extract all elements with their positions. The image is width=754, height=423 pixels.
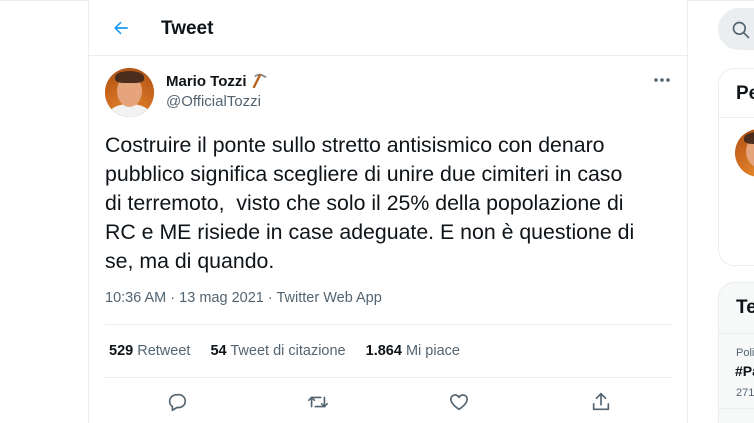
share-icon [592,392,610,411]
tweet-meta: 10:36 AM · 13 mag 2021 · Twitter Web App [105,290,382,306]
meta-separator: · [267,290,273,306]
trend-count: 271 [736,387,754,399]
sidebar-trends-panel: Te Poli #Pa 271 [718,282,754,423]
quotes-stat[interactable]: 54 Tweet di citazione [210,343,345,359]
meta-separator: · [170,290,176,306]
share-button[interactable] [585,386,617,418]
tweet-date[interactable]: 13 mag 2021 [179,290,264,306]
more-horizontal-icon [654,78,670,82]
likes-count: 1.864 [365,343,402,359]
arrow-left-icon [114,21,128,35]
trend-tag[interactable]: #Pa [735,363,754,379]
author-name-text[interactable]: Mario Tozzi [166,73,247,90]
back-button[interactable] [107,14,135,42]
author-handle[interactable]: @OfficialTozzi [166,93,261,110]
avatar[interactable] [105,68,154,117]
panel-title: Te [736,297,754,318]
search-icon [732,21,750,39]
sidebar-people-panel: Pe [718,68,754,266]
author-name[interactable]: Mario Tozzi [166,72,269,90]
retweets-count: 529 [109,343,134,359]
tweet-source[interactable]: Twitter Web App [276,290,381,306]
divider [719,117,754,118]
pick-icon [252,73,267,88]
quotes-count: 54 [210,343,227,359]
retweet-button[interactable] [302,386,334,418]
retweets-stat[interactable]: 529 Retweet [109,343,190,359]
divider [105,324,672,325]
tweet-stats: 529 Retweet 54 Tweet di citazione 1.864 … [109,343,480,359]
divider [105,377,672,378]
retweets-label: Retweet [137,343,191,359]
retweet-icon [308,396,328,408]
page-title: Tweet [161,18,214,39]
search-input[interactable] [718,8,754,50]
reply-button[interactable] [161,386,193,418]
tweet-actions [89,386,687,418]
like-button[interactable] [443,386,475,418]
more-options-button[interactable] [649,70,675,90]
divider [719,333,754,334]
panel-title: Pe [736,83,754,104]
likes-label: Mi piace [405,343,460,359]
reply-icon [168,393,187,412]
divider [719,408,754,409]
avatar[interactable] [735,129,754,177]
trend-category: Poli [736,347,754,359]
main-column: Tweet Mario Tozzi @OfficialTozzi Costrui… [88,0,688,423]
tweet-text: Costruire il ponte sullo stretto antisis… [105,133,635,273]
tweet-time[interactable]: 10:36 AM [105,290,166,306]
likes-stat[interactable]: 1.864 Mi piace [366,343,460,359]
heart-icon [449,394,469,411]
quotes-label: Tweet di citazione [230,343,346,359]
page-header: Tweet [89,0,687,56]
